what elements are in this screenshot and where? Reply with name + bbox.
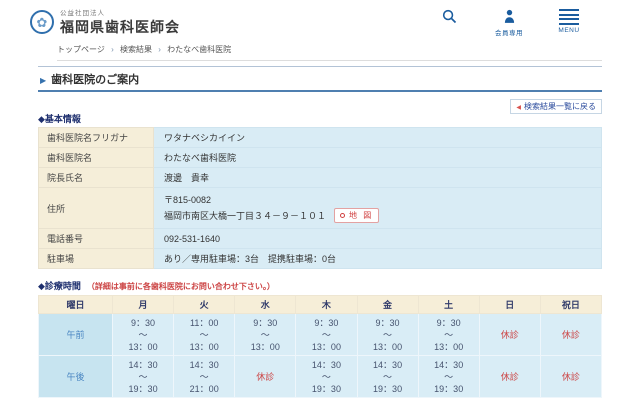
hamburger-icon — [559, 8, 579, 25]
schedule-cell: 9：30 ～ 13：00 — [418, 314, 479, 356]
row-value: 渡邊 貴幸 — [154, 168, 602, 188]
schedule-cell: 9：30 ～ 13：00 — [296, 314, 357, 356]
row-label: 住所 — [39, 188, 154, 229]
table-row: 電話番号 092-531-1640 — [39, 229, 602, 249]
table-row: 院長氏名 渡邊 貴幸 — [39, 168, 602, 188]
schedule-note: （詳細は事前に各歯科医院にお問い合わせ下さい。） — [87, 282, 275, 291]
row-label: 歯科医院名 — [39, 148, 154, 168]
schedule-header-row: 曜日 月 火 水 木 金 土 日 祝日 — [39, 296, 602, 314]
row-label: 駐車場 — [39, 249, 154, 269]
column-header: 金 — [357, 296, 418, 314]
schedule-table: 曜日 月 火 水 木 金 土 日 祝日 午前 9：30 ～ 13：00 11：0… — [38, 295, 602, 398]
column-header: 月 — [113, 296, 174, 314]
table-row: 歯科医院名 わたなべ歯科医院 — [39, 148, 602, 168]
postal-code: 〒815-0082 — [164, 193, 591, 206]
schedule-cell: 9：30 ～ 13：00 — [113, 314, 174, 356]
schedule-cell: 14：30 ～ 19：30 — [113, 356, 174, 398]
breadcrumb-home[interactable]: トップページ — [57, 45, 105, 54]
schedule-cell: 14：30 ～ 19：30 — [357, 356, 418, 398]
schedule-cell-closed: 休診 — [540, 356, 601, 398]
back-link-label: 検索結果一覧に戻る — [524, 102, 596, 111]
search-button[interactable] — [430, 8, 468, 37]
map-button[interactable]: 地 図 — [334, 208, 379, 223]
breadcrumb-separator: › — [158, 45, 161, 54]
flower-icon: ✿ — [37, 16, 48, 29]
member-login-button[interactable]: 会員専用 — [490, 8, 528, 37]
org-type-label: 公益社団法人 — [60, 7, 180, 17]
schedule-cell-closed: 休診 — [479, 356, 540, 398]
map-pin-icon — [340, 213, 345, 218]
back-arrow-icon: ◀ — [516, 105, 521, 111]
schedule-cell: 9：30 ～ 13：00 — [235, 314, 296, 356]
schedule-cell-closed: 休診 — [479, 314, 540, 356]
schedule-row-morning: 午前 9：30 ～ 13：00 11：00 ～ 13：00 9：30 ～ 13：… — [39, 314, 602, 356]
row-label: 午後 — [39, 356, 113, 398]
page-title: ▶歯科医院のご案内 — [38, 66, 602, 92]
column-header: 日 — [479, 296, 540, 314]
breadcrumb: トップページ › 検索結果 › わたなべ歯科医院 — [57, 44, 602, 61]
basic-info-table: 歯科医院名フリガナ ワタナベシカイイン 歯科医院名 わたなべ歯科医院 院長氏名 … — [38, 127, 602, 269]
site-logo[interactable]: ✿ 公益社団法人 福岡県歯科医師会 — [30, 7, 180, 37]
row-value: わたなべ歯科医院 — [154, 148, 602, 168]
schedule-cell: 14：30 ～ 21：00 — [174, 356, 235, 398]
person-icon — [501, 8, 518, 25]
phone-number: 092-531-1640 — [154, 229, 602, 249]
row-value: ワタナベシカイイン — [154, 128, 602, 148]
search-icon — [441, 8, 458, 25]
member-label: 会員専用 — [495, 27, 523, 37]
row-label: 院長氏名 — [39, 168, 154, 188]
schedule-row-afternoon: 午後 14：30 ～ 19：30 14：30 ～ 21：00 休診 14：30 … — [39, 356, 602, 398]
schedule-cell-closed: 休診 — [540, 314, 601, 356]
column-header: 祝日 — [540, 296, 601, 314]
menu-button[interactable]: MENU — [550, 8, 588, 37]
schedule-cell-closed: 休診 — [235, 356, 296, 398]
table-row-address: 住所 〒815-0082 福岡市南区大橋一丁目３４－９－１０１ 地 図 — [39, 188, 602, 229]
map-button-label: 地 図 — [349, 210, 373, 221]
row-value: あり／専用駐車場：3台 提携駐車場：0台 — [154, 249, 602, 269]
row-value: 〒815-0082 福岡市南区大橋一丁目３４－９－１０１ 地 図 — [154, 188, 602, 229]
column-header: 土 — [418, 296, 479, 314]
schedule-heading: ◆診療時間（詳細は事前に各歯科医院にお問い合わせ下さい。） — [38, 279, 602, 292]
org-name: 福岡県歯科医師会 — [60, 17, 180, 37]
back-to-results-link[interactable]: ◀検索結果一覧に戻る — [510, 99, 602, 114]
site-header: ✿ 公益社団法人 福岡県歯科医師会 会員専用 MENU — [0, 0, 640, 40]
schedule-cell: 11：00 ～ 13：00 — [174, 314, 235, 356]
table-row: 駐車場 あり／専用駐車場：3台 提携駐車場：0台 — [39, 249, 602, 269]
column-header: 木 — [296, 296, 357, 314]
column-header: 曜日 — [39, 296, 113, 314]
schedule-cell: 14：30 ～ 19：30 — [296, 356, 357, 398]
row-label: 電話番号 — [39, 229, 154, 249]
column-header: 火 — [174, 296, 235, 314]
title-arrow-icon: ▶ — [40, 76, 46, 85]
column-header: 水 — [235, 296, 296, 314]
schedule-cell: 9：30 ～ 13：00 — [357, 314, 418, 356]
row-label: 歯科医院名フリガナ — [39, 128, 154, 148]
schedule-cell: 14：30 ～ 19：30 — [418, 356, 479, 398]
menu-label: MENU — [558, 27, 579, 34]
table-row: 歯科医院名フリガナ ワタナベシカイイン — [39, 128, 602, 148]
breadcrumb-separator: › — [111, 45, 114, 54]
breadcrumb-search-results[interactable]: 検索結果 — [120, 45, 152, 54]
association-logo-icon: ✿ — [30, 10, 54, 34]
row-label: 午前 — [39, 314, 113, 356]
street-address: 福岡市南区大橋一丁目３４－９－１０１ — [164, 209, 326, 222]
breadcrumb-current: わたなべ歯科医院 — [167, 45, 231, 54]
